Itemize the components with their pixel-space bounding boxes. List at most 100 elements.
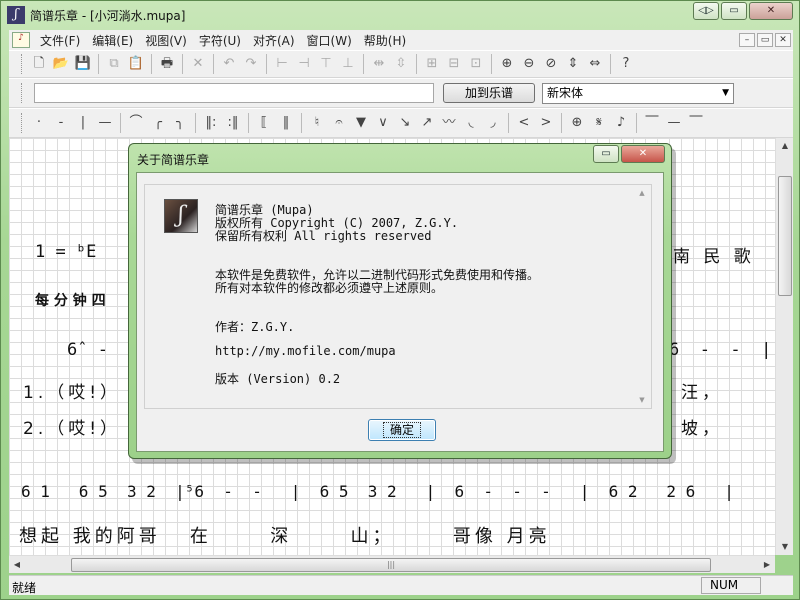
mdi-close-button[interactable]: ✕ xyxy=(775,33,791,47)
document-icon[interactable]: ♪ xyxy=(12,32,30,48)
menu-bar: ♪ 文件(F) 编辑(E) 视图(V) 字符(U) 对齐(A) 窗口(W) 帮助… xyxy=(9,30,793,50)
zoom-reset-icon[interactable]: ⊘ xyxy=(540,53,562,75)
toolbar-grip[interactable] xyxy=(21,54,24,74)
arrow-down-right-icon[interactable]: ↘ xyxy=(394,112,416,134)
ok-button[interactable]: 确定 xyxy=(368,419,436,441)
add-to-score-button[interactable]: 加到乐谱 xyxy=(443,83,535,103)
mdi-restore-button[interactable]: ▭ xyxy=(757,33,773,47)
vertical-scroll-thumb[interactable] xyxy=(778,176,792,296)
copy-icon[interactable]: ⧉ xyxy=(103,53,125,75)
scroll-down-icon[interactable]: ▼ xyxy=(776,539,794,555)
zoom-in-icon[interactable]: ⊕ xyxy=(496,53,518,75)
restore-button[interactable]: ▭ xyxy=(721,2,747,20)
toolbar-separator xyxy=(98,54,99,74)
fermata-icon[interactable]: 𝄐 xyxy=(328,112,350,134)
toolbar-separator xyxy=(195,113,196,133)
save-icon[interactable]: 💾 xyxy=(72,53,94,75)
triangle-down-icon[interactable]: ▼ xyxy=(350,112,372,134)
redo-icon[interactable]: ↷ xyxy=(240,53,262,75)
repeat-start-icon[interactable]: ‖: xyxy=(200,112,222,134)
slur-right-icon[interactable]: ╮ xyxy=(169,112,191,134)
dialog-scrollbar[interactable]: ▲ ▼ xyxy=(634,186,650,407)
dialog-scroll-down-icon[interactable]: ▼ xyxy=(634,393,650,407)
help-icon[interactable]: ? xyxy=(615,53,637,75)
slur-left-icon[interactable]: ╭ xyxy=(147,112,169,134)
arrow-up-right-icon[interactable]: ↗ xyxy=(416,112,438,134)
align-right-icon[interactable]: ⊣ xyxy=(293,53,315,75)
group-icon[interactable]: ⊞ xyxy=(421,53,443,75)
coda-icon[interactable]: ⊕ xyxy=(566,112,588,134)
delete-icon[interactable]: ✕ xyxy=(187,53,209,75)
scroll-right-icon[interactable]: ▶ xyxy=(759,556,775,574)
title-bar[interactable]: ʃ 简谱乐章 - [小河淌水.mupa] ◁▷ ▭ ✕ xyxy=(1,1,799,29)
menu-character[interactable]: 字符(U) xyxy=(193,32,247,49)
vertical-scrollbar[interactable]: ▲ ▼ xyxy=(775,138,793,555)
decrescendo-icon[interactable]: > xyxy=(535,112,557,134)
close-button[interactable]: ✕ xyxy=(749,2,793,20)
align-top-icon[interactable]: ⊤ xyxy=(315,53,337,75)
space-horizontal-icon[interactable]: ⇹ xyxy=(368,53,390,75)
double-bar-icon[interactable]: ‖ xyxy=(275,112,297,134)
fit-width-icon[interactable]: ⇔ xyxy=(584,53,606,75)
undo-icon[interactable]: ↶ xyxy=(218,53,240,75)
window-title: 简谱乐章 - [小河淌水.mupa] xyxy=(30,9,186,23)
curve-right-icon[interactable]: ◞ xyxy=(482,112,504,134)
font-select[interactable]: 新宋体 ▼ xyxy=(542,82,734,104)
toolbar-separator xyxy=(301,113,302,133)
menu-edit[interactable]: 编辑(E) xyxy=(86,32,139,49)
curve-left-icon[interactable]: ◟ xyxy=(460,112,482,134)
fit-height-icon[interactable]: ⇕ xyxy=(562,53,584,75)
scroll-up-icon[interactable]: ▲ xyxy=(776,138,794,154)
toolbar-separator xyxy=(491,54,492,74)
trill-icon[interactable]: 〰 xyxy=(438,112,460,134)
segno-icon[interactable]: 𝄋 xyxy=(588,112,610,134)
dot-icon[interactable]: · xyxy=(28,112,50,134)
grid-icon[interactable]: ⊡ xyxy=(465,53,487,75)
line-2-icon[interactable]: — xyxy=(663,112,685,134)
menu-view[interactable]: 视图(V) xyxy=(139,32,193,49)
dialog-close-button[interactable]: ✕ xyxy=(621,145,665,163)
horizontal-scroll-thumb[interactable]: ||| xyxy=(71,558,711,572)
space-vertical-icon[interactable]: ⇳ xyxy=(390,53,412,75)
toolbar-grip[interactable] xyxy=(21,83,24,103)
menu-align[interactable]: 对齐(A) xyxy=(247,32,301,49)
minimize-button[interactable]: ◁▷ xyxy=(693,2,719,20)
open-icon[interactable]: 📂 xyxy=(50,53,72,75)
align-bottom-icon[interactable]: ⊥ xyxy=(337,53,359,75)
horizontal-scrollbar[interactable]: ◀ ||| ▶ xyxy=(9,555,775,573)
scroll-left-icon[interactable]: ◀ xyxy=(9,556,25,574)
align-left-icon[interactable]: ⊢ xyxy=(271,53,293,75)
new-icon[interactable]: 🗋 xyxy=(28,53,50,75)
long-dash-icon[interactable]: — xyxy=(94,112,116,134)
crescendo-icon[interactable]: < xyxy=(513,112,535,134)
dash-icon[interactable]: - xyxy=(50,112,72,134)
print-icon[interactable]: 🖶 xyxy=(156,53,178,75)
mdi-controls: – ▭ ✕ xyxy=(739,33,791,47)
menu-file[interactable]: 文件(F) xyxy=(34,32,86,49)
bracket-icon[interactable]: ⟦ xyxy=(253,112,275,134)
dialog-scroll-up-icon[interactable]: ▲ xyxy=(634,186,650,200)
repeat-end-icon[interactable]: :‖ xyxy=(222,112,244,134)
ungroup-icon[interactable]: ⊟ xyxy=(443,53,465,75)
menu-help[interactable]: 帮助(H) xyxy=(358,32,412,49)
barline-icon[interactable]: | xyxy=(72,112,94,134)
lyric-verse2-left: 2.（哎!） xyxy=(23,419,122,439)
toolbar-grip[interactable] xyxy=(21,113,24,133)
about-url[interactable]: http://my.mofile.com/mupa xyxy=(215,344,396,358)
zoom-out-icon[interactable]: ⊖ xyxy=(518,53,540,75)
paste-icon[interactable]: 📋 xyxy=(125,53,147,75)
mdi-minimize-button[interactable]: – xyxy=(739,33,755,47)
menu-window[interactable]: 窗口(W) xyxy=(301,32,358,49)
line-3-icon[interactable]: ⎺ xyxy=(685,112,707,134)
dialog-restore-button[interactable]: ▭ xyxy=(593,145,619,163)
about-text-box[interactable]: ʃ 简谱乐章 (Mupa) 版权所有 Copyright (C) 2007, Z… xyxy=(144,184,652,409)
line-1-icon[interactable]: ⎺ xyxy=(641,112,663,134)
slur-icon[interactable]: ⌒ xyxy=(125,112,147,134)
text-toolbar: 加到乐谱 新宋体 ▼ xyxy=(9,78,793,108)
about-author: 作者：Z.G.Y. xyxy=(215,320,295,334)
v-accent-icon[interactable]: ∨ xyxy=(372,112,394,134)
font-select-value: 新宋体 xyxy=(547,85,584,100)
natural-icon[interactable]: ♮ xyxy=(306,112,328,134)
text-input[interactable] xyxy=(34,83,434,103)
note-icon[interactable]: ♪ xyxy=(610,112,632,134)
